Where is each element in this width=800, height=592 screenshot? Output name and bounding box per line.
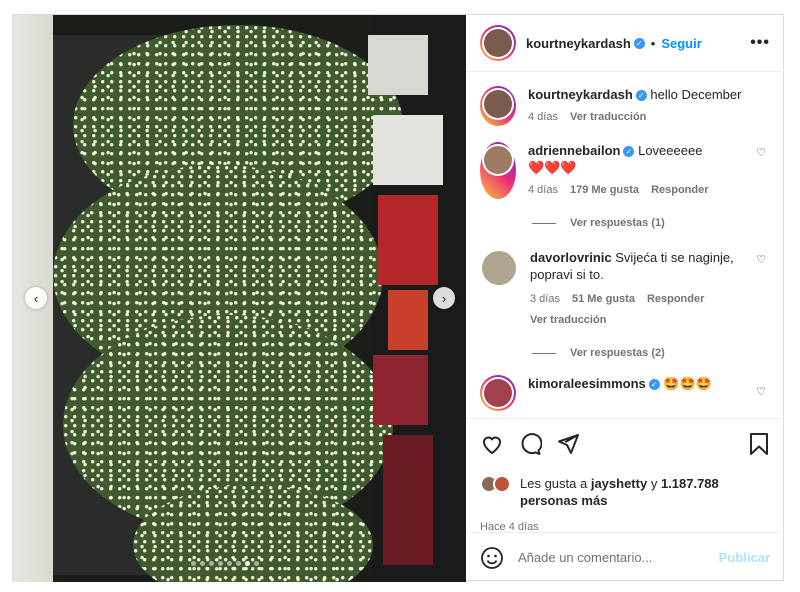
caption-time: 4 días xyxy=(528,111,558,123)
action-bar: Les gusta a jayshetty y 1.187.788 person… xyxy=(466,418,784,533)
author-username[interactable]: kourtneykardash xyxy=(526,36,631,51)
comment-likes[interactable]: 179 Me gusta xyxy=(570,182,639,199)
post-image[interactable]: ‹ › xyxy=(13,15,466,582)
carousel-dot xyxy=(236,561,241,566)
instagram-post: ‹ › kourtneykardash ✓ • Seguir ••• kourt… xyxy=(12,14,784,582)
caption-username[interactable]: kourtneykardash xyxy=(528,87,633,102)
carousel-dot xyxy=(218,561,223,566)
avatar xyxy=(493,475,511,493)
verified-badge-icon: ✓ xyxy=(633,37,645,49)
view-replies[interactable]: Ver respuestas (1) xyxy=(532,217,770,229)
carousel-dot-active xyxy=(245,561,250,566)
reply-button[interactable]: Responder xyxy=(647,291,704,308)
carousel-dot xyxy=(227,561,232,566)
smiley-icon[interactable] xyxy=(480,546,504,570)
comment-icon[interactable] xyxy=(518,432,542,456)
reply-button[interactable]: Responder xyxy=(651,182,708,199)
carousel-indicator xyxy=(191,561,259,566)
comment-username[interactable]: adriennebailon xyxy=(528,143,620,158)
heart-icon[interactable]: ♡ xyxy=(756,146,766,159)
comment-emoji: 🤩🤩🤩 xyxy=(663,376,712,391)
avatar xyxy=(484,146,512,174)
translate-link[interactable]: Ver traducción xyxy=(570,109,646,126)
avatar xyxy=(484,379,512,407)
carousel-dot xyxy=(209,561,214,566)
caption-text: hello December xyxy=(650,87,742,102)
comment: davorlovrinic Svijeća ti se naginje, pop… xyxy=(480,249,770,329)
add-comment-bar: Añade un comentario... Publicar xyxy=(466,532,784,582)
follow-button[interactable]: Seguir xyxy=(661,36,701,51)
chevron-left-icon[interactable]: ‹ xyxy=(25,287,47,309)
heart-icon[interactable]: ♡ xyxy=(756,385,766,398)
comment-time: 4 días xyxy=(528,184,558,196)
comment-input[interactable]: Añade un comentario... xyxy=(518,550,719,565)
comment: kimoraleesimmons ✓ 🤩🤩🤩 ♡ xyxy=(480,375,770,411)
publish-button[interactable]: Publicar xyxy=(719,550,770,565)
post-panel: kourtneykardash ✓ • Seguir ••• kourtneyk… xyxy=(466,15,784,582)
verified-badge-icon: ✓ xyxy=(648,379,660,391)
comment: adriennebailon ✓ Loveeeeee ❤️❤️❤️ 4 días … xyxy=(480,142,770,199)
avatar-ring[interactable] xyxy=(480,25,516,61)
avatar xyxy=(484,90,512,118)
avatar xyxy=(482,251,516,285)
comment-text: Loveeeeee xyxy=(638,143,703,158)
post-header: kourtneykardash ✓ • Seguir ••• xyxy=(466,15,784,72)
translate-link[interactable]: Ver traducción xyxy=(530,312,606,329)
comment-username[interactable]: davorlovrinic xyxy=(530,250,612,265)
carousel-dot xyxy=(200,561,205,566)
heart-icon[interactable]: ♡ xyxy=(756,253,766,266)
comments-list: kourtneykardash ✓ hello December 4 días V… xyxy=(466,72,784,418)
bookmark-icon[interactable] xyxy=(748,432,770,456)
chevron-right-icon[interactable]: › xyxy=(433,287,455,309)
comment-username[interactable]: kimoraleesimmons xyxy=(528,376,646,391)
verified-badge-icon: ✓ xyxy=(635,90,647,102)
likes-summary: Les gusta a jayshetty y 1.187.788 person… xyxy=(480,475,770,509)
view-replies[interactable]: Ver respuestas (2) xyxy=(532,347,770,359)
liker-username[interactable]: jayshetty xyxy=(591,476,647,491)
carousel-dot xyxy=(254,561,259,566)
comment-time: 3 días xyxy=(530,293,560,305)
more-options-icon[interactable]: ••• xyxy=(750,34,770,52)
heart-icon[interactable] xyxy=(480,432,504,456)
send-icon[interactable] xyxy=(556,432,580,456)
verified-badge-icon: ✓ xyxy=(623,146,635,158)
carousel-dot xyxy=(191,561,196,566)
comment-likes[interactable]: 51 Me gusta xyxy=(572,291,635,308)
comment-emoji: ❤️❤️❤️ xyxy=(528,160,577,175)
caption: kourtneykardash ✓ hello December 4 días V… xyxy=(480,86,770,126)
avatar xyxy=(484,29,512,57)
